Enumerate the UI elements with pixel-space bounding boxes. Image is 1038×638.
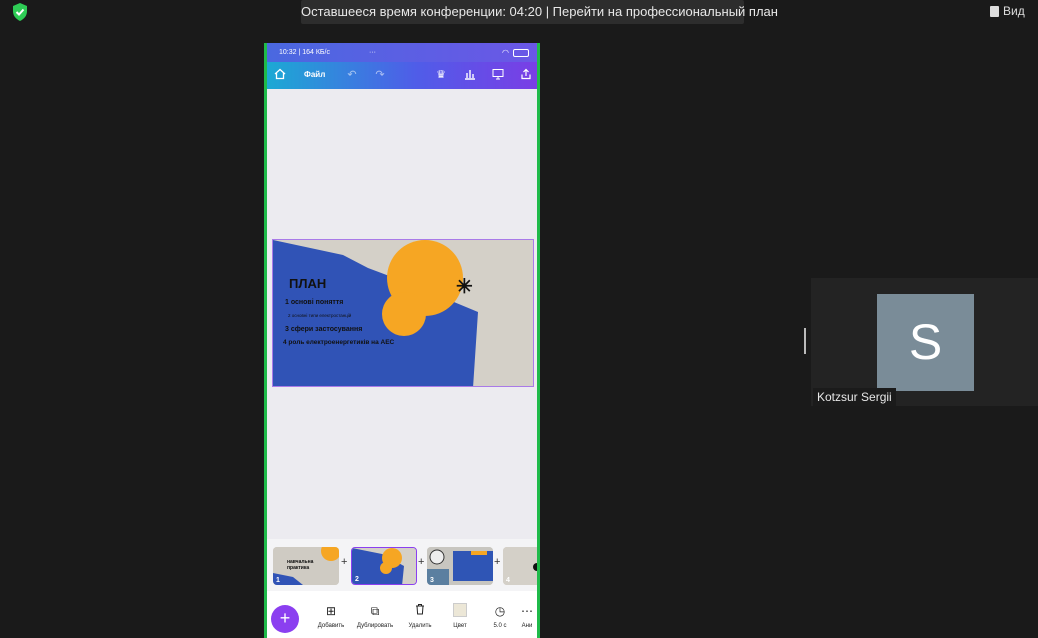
view-menu-button[interactable]: Вид xyxy=(990,0,1025,22)
add-slide-icon[interactable]: + xyxy=(341,556,347,568)
duplicate-icon: ⧉ xyxy=(370,604,380,618)
time-remaining-banner[interactable]: Оставшееся время конференции: 04:20 | Пе… xyxy=(301,0,778,24)
thumbnail-slide-1[interactable]: навчальна практика 1 xyxy=(273,547,339,585)
duplicate-label: Дублировать xyxy=(356,623,394,629)
thumbnail-slide-3[interactable]: 3 xyxy=(427,547,493,585)
duplicate-button[interactable]: ⧉ Дублировать xyxy=(355,603,395,629)
add-slide-icon[interactable]: + xyxy=(494,556,500,568)
add-element-button[interactable]: + xyxy=(271,605,299,633)
view-label: Вид xyxy=(1003,4,1025,18)
thumbnail-number: 3 xyxy=(430,577,434,584)
slide-item-2: 2 основні типи електростанцій xyxy=(288,313,352,318)
avatar: S xyxy=(877,294,974,391)
home-icon[interactable] xyxy=(273,68,287,82)
editor-toolbar: Файл ↶ ↷ ♛ xyxy=(267,62,537,89)
slide-item-1: 1 основі поняття xyxy=(285,299,344,306)
add-page-button[interactable]: ⊞ Добавить xyxy=(311,603,351,629)
clock-icon: ◷ xyxy=(494,604,506,618)
add-slide-icon[interactable]: + xyxy=(418,556,424,568)
thumbnail-number: 4 xyxy=(506,577,510,584)
add-page-label: Добавить xyxy=(317,623,345,629)
animation-icon: ⋯ xyxy=(521,604,533,618)
slide-item-3: 3 сфери застосування xyxy=(285,326,363,333)
status-time: 10:32 | 164 КБ/с xyxy=(279,49,330,56)
wifi-icon: ◠ xyxy=(502,48,509,57)
status-dots: ··· xyxy=(369,49,376,56)
animation-button[interactable]: ⋯ Ани xyxy=(517,603,537,629)
color-label: Цвет xyxy=(453,623,467,629)
chart-icon[interactable] xyxy=(463,68,477,82)
phone-status-bar: 10:32 | 164 КБ/с ··· ◠ xyxy=(267,43,537,62)
add-page-icon: ⊞ xyxy=(325,604,337,618)
delete-button[interactable]: Удалить xyxy=(400,603,440,629)
participant-video-tile[interactable]: S Kotzsur Sergii xyxy=(811,278,1038,406)
slide-canvas[interactable]: ✳ ПЛАН 1 основі поняття 2 основні типи е… xyxy=(272,239,534,387)
crown-icon[interactable]: ♛ xyxy=(434,68,448,82)
shared-screen: 10:32 | 164 КБ/с ··· ◠ Файл ↶ ↷ ♛ ✳ ПЛАН xyxy=(264,43,540,638)
color-swatch-icon xyxy=(440,603,480,619)
slide-thumbnail-strip: навчальна практика 1 + 2 + 3 + 4 xyxy=(267,539,537,591)
slide-item-4: 4 роль електроенергетиків на АЕС xyxy=(283,339,395,346)
panel-resize-handle[interactable] xyxy=(804,328,806,354)
participant-name: Kotzsur Sergii xyxy=(813,388,896,406)
security-shield-icon[interactable] xyxy=(10,2,30,22)
color-button[interactable]: Цвет xyxy=(440,603,480,629)
thumbnail-slide-2[interactable]: 2 xyxy=(351,547,417,585)
trash-icon xyxy=(400,603,440,619)
animation-label: Ани xyxy=(521,623,533,629)
file-menu-button[interactable]: Файл xyxy=(304,68,325,82)
delete-label: Удалить xyxy=(408,623,432,629)
duration-label: 5.0 с xyxy=(493,623,507,629)
asterisk-icon: ✳ xyxy=(456,276,473,298)
thumbnail-slide-4[interactable]: 4 xyxy=(503,547,537,585)
battery-icon xyxy=(513,49,529,57)
thumbnail-number: 1 xyxy=(276,577,280,584)
duration-button[interactable]: ◷ 5.0 с xyxy=(480,603,520,629)
view-icon xyxy=(990,5,999,17)
redo-icon[interactable]: ↷ xyxy=(373,68,387,82)
slide-title: ПЛАН xyxy=(289,276,327,291)
thumbnail-caption: навчальна практика xyxy=(287,559,314,571)
thumbnail-number: 2 xyxy=(355,576,359,583)
present-icon[interactable] xyxy=(491,68,505,82)
undo-icon[interactable]: ↶ xyxy=(345,68,359,82)
editor-bottom-bar: + ⊞ Добавить ⧉ Дублировать Удалить Цвет … xyxy=(267,591,537,638)
share-icon[interactable] xyxy=(519,68,533,82)
